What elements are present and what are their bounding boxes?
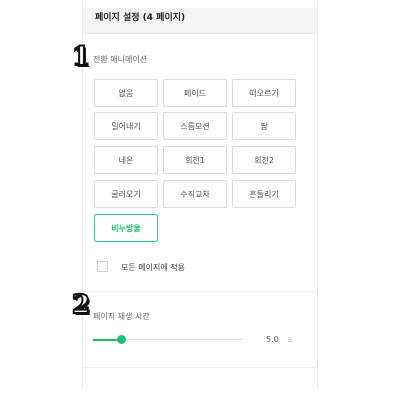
transition-slowmo-button[interactable]: 스름모션 [163, 112, 227, 140]
transition-neon-button[interactable]: 네온 [94, 146, 158, 174]
apply-all-label: 모든 페이지에 적용 [121, 263, 185, 272]
step-badge-2: 2 [71, 290, 91, 320]
transition-rotate1-button[interactable]: 회전1 [163, 146, 227, 174]
bottom-divider [82, 367, 316, 368]
duration-slider-thumb[interactable] [117, 335, 126, 344]
duration-section-label: 페이지 재생 시간 [93, 312, 150, 321]
transition-fade-button[interactable]: 페이드 [163, 79, 227, 107]
duration-value: 5.0 [266, 335, 279, 344]
transition-push-button[interactable]: 밀어내기 [94, 112, 158, 140]
transition-float-button[interactable]: 떠오르기 [232, 79, 296, 107]
transition-roll-button[interactable]: 굴러오기 [94, 180, 158, 208]
step-badge-1: 1 [71, 42, 91, 72]
transition-none-button[interactable]: 없음 [94, 79, 158, 107]
transition-pop-button[interactable]: 팝 [232, 112, 296, 140]
transition-section-label: 전환 애니메이션 [93, 55, 148, 64]
transition-shake-button[interactable]: 흔들리기 [232, 180, 296, 208]
duration-unit: s [288, 335, 293, 344]
apply-all-checkbox[interactable] [97, 261, 108, 272]
section-divider [82, 291, 316, 292]
transition-vcross-button[interactable]: 수직교차 [163, 180, 227, 208]
panel-title: 페이지 설정 (4 페이지) [83, 8, 317, 34]
transition-rotate2-button[interactable]: 회전2 [232, 146, 296, 174]
transition-bubble-button[interactable]: 비누방울 [94, 214, 158, 242]
